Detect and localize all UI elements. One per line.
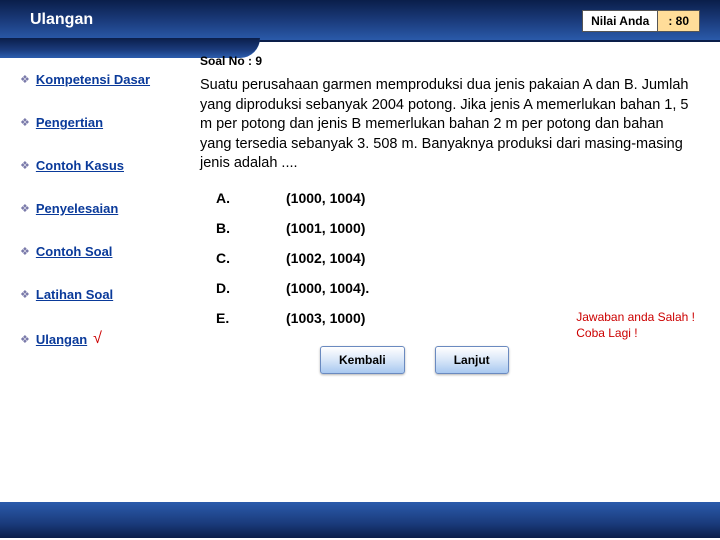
- sidebar: ❖ Kompetensi Dasar ❖ Pengertian ❖ Contoh…: [0, 42, 190, 502]
- score-value: : 80: [658, 10, 700, 32]
- option-b[interactable]: B. (1001, 1000): [216, 220, 700, 236]
- sidebar-item-label: Ulangan: [36, 332, 87, 347]
- sidebar-item-latihan-soal[interactable]: ❖ Latihan Soal: [20, 287, 190, 302]
- sidebar-item-label: Kompetensi Dasar: [36, 72, 150, 87]
- option-c[interactable]: C. (1002, 1004): [216, 250, 700, 266]
- sidebar-item-label: Latihan Soal: [36, 287, 113, 302]
- option-label: A.: [216, 190, 286, 206]
- bullet-icon: ❖: [20, 73, 30, 86]
- sidebar-item-label: Penyelesaian: [36, 201, 118, 216]
- sidebar-item-label: Contoh Soal: [36, 244, 113, 259]
- option-value: (1003, 1000): [286, 310, 365, 326]
- option-label: E.: [216, 310, 286, 326]
- sidebar-item-contoh-kasus[interactable]: ❖ Contoh Kasus: [20, 158, 190, 173]
- check-icon: √: [93, 330, 102, 348]
- sidebar-item-contoh-soal[interactable]: ❖ Contoh Soal: [20, 244, 190, 259]
- button-row: Kembali Lanjut: [320, 346, 700, 374]
- option-d[interactable]: D. (1000, 1004).: [216, 280, 700, 296]
- option-a[interactable]: A. (1000, 1004): [216, 190, 700, 206]
- bullet-icon: ❖: [20, 202, 30, 215]
- option-label: B.: [216, 220, 286, 236]
- sidebar-item-pengertian[interactable]: ❖ Pengertian: [20, 115, 190, 130]
- score-label: Nilai Anda: [582, 10, 658, 32]
- bullet-icon: ❖: [20, 159, 30, 172]
- sidebar-item-label: Pengertian: [36, 115, 103, 130]
- question-text: Suatu perusahaan garmen memproduksi dua …: [200, 76, 700, 174]
- option-label: D.: [216, 280, 286, 296]
- sidebar-item-kompetensi[interactable]: ❖ Kompetensi Dasar: [20, 72, 190, 87]
- option-value: (1000, 1004).: [286, 280, 369, 296]
- back-button[interactable]: Kembali: [320, 346, 405, 374]
- option-value: (1000, 1004): [286, 190, 365, 206]
- feedback-message: Jawaban anda Salah ! Coba Lagi !: [576, 310, 695, 341]
- footer-bar: [0, 502, 720, 538]
- bullet-icon: ❖: [20, 333, 30, 346]
- main-panel: Soal No : 9 Suatu perusahaan garmen memp…: [190, 42, 720, 502]
- bullet-icon: ❖: [20, 245, 30, 258]
- option-value: (1002, 1004): [286, 250, 365, 266]
- bullet-icon: ❖: [20, 116, 30, 129]
- option-label: C.: [216, 250, 286, 266]
- options-list: A. (1000, 1004) B. (1001, 1000) C. (1002…: [216, 190, 700, 326]
- bullet-icon: ❖: [20, 288, 30, 301]
- header-bar: Ulangan Nilai Anda : 80: [0, 0, 720, 42]
- sidebar-item-penyelesaian[interactable]: ❖ Penyelesaian: [20, 201, 190, 216]
- sidebar-item-label: Contoh Kasus: [36, 158, 124, 173]
- feedback-line1: Jawaban anda Salah !: [576, 310, 695, 326]
- feedback-line2: Coba Lagi !: [576, 326, 695, 342]
- score-box: Nilai Anda : 80: [582, 10, 700, 32]
- option-value: (1001, 1000): [286, 220, 365, 236]
- sidebar-item-ulangan[interactable]: ❖ Ulangan √: [20, 330, 190, 348]
- next-button[interactable]: Lanjut: [435, 346, 509, 374]
- question-number: Soal No : 9: [200, 54, 700, 68]
- page-title: Ulangan: [0, 11, 93, 29]
